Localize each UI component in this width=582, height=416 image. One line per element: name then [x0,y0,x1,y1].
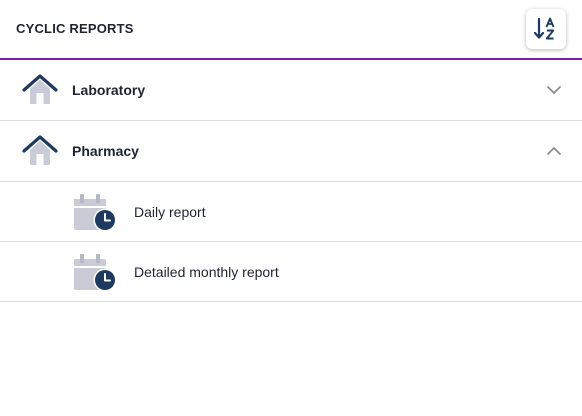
group-label: Laboratory [72,82,146,98]
home-icon [22,73,58,107]
sort-alpha-down-icon [533,16,559,42]
page-title: CYCLIC REPORTS [16,21,134,36]
panel-header: CYCLIC REPORTS [0,0,582,60]
chevron-up-icon[interactable] [546,143,562,159]
report-item-daily[interactable]: Daily report [0,182,582,242]
calendar-clock-icon [72,253,118,293]
report-label: Detailed monthly report [134,264,279,280]
chevron-down-icon[interactable] [546,82,562,98]
report-label: Daily report [134,204,206,220]
home-icon [22,134,58,168]
group-label: Pharmacy [72,143,139,159]
sort-button[interactable] [526,9,566,49]
calendar-clock-icon [72,193,118,233]
group-laboratory[interactable]: Laboratory [0,60,582,121]
cyclic-reports-panel: CYCLIC REPORTS Laboratory Pharmacy Daily… [0,0,582,416]
report-item-detailed-monthly[interactable]: Detailed monthly report [0,242,582,302]
group-pharmacy[interactable]: Pharmacy [0,121,582,182]
